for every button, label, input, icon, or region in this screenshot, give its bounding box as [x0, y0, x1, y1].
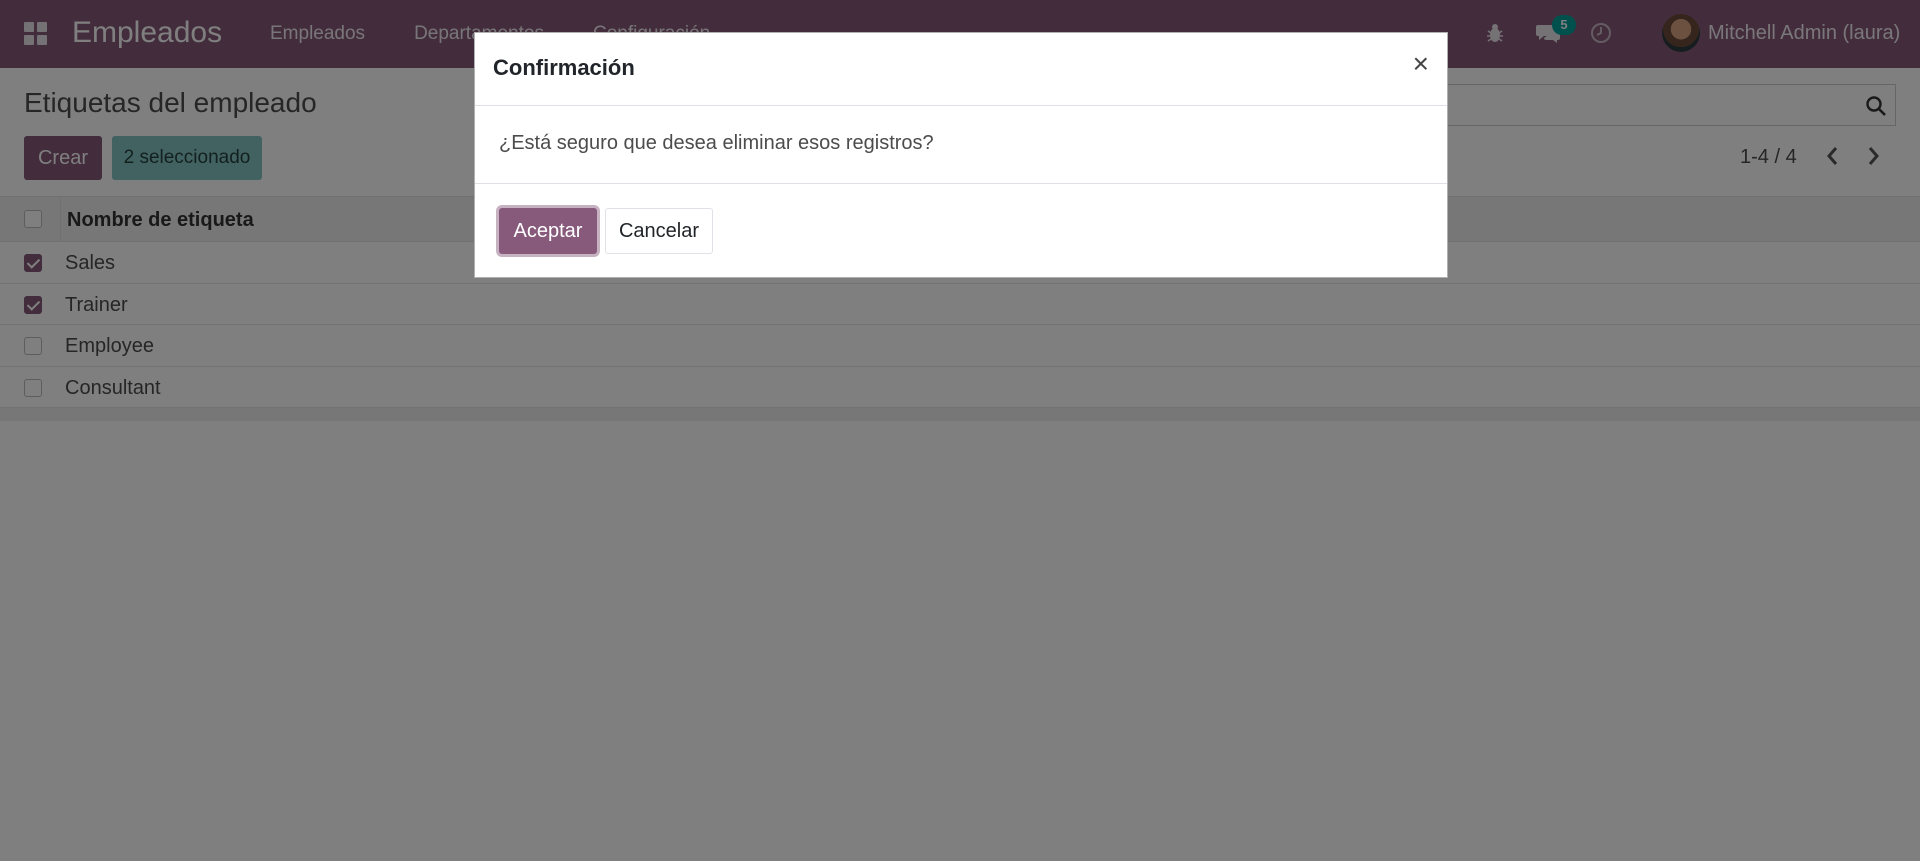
accept-button[interactable]: Aceptar [499, 208, 597, 254]
dialog-title: Confirmación [493, 55, 635, 80]
confirmation-dialog: Confirmación × ¿Está seguro que desea el… [474, 32, 1448, 278]
cancel-button[interactable]: Cancelar [605, 208, 713, 254]
dialog-body: ¿Está seguro que desea eliminar esos reg… [475, 106, 1447, 184]
dialog-footer: Aceptar Cancelar [475, 184, 1447, 277]
dialog-header: Confirmación × [475, 33, 1447, 106]
dialog-message: ¿Está seguro que desea eliminar esos reg… [499, 132, 934, 154]
close-icon[interactable]: × [1413, 47, 1429, 81]
